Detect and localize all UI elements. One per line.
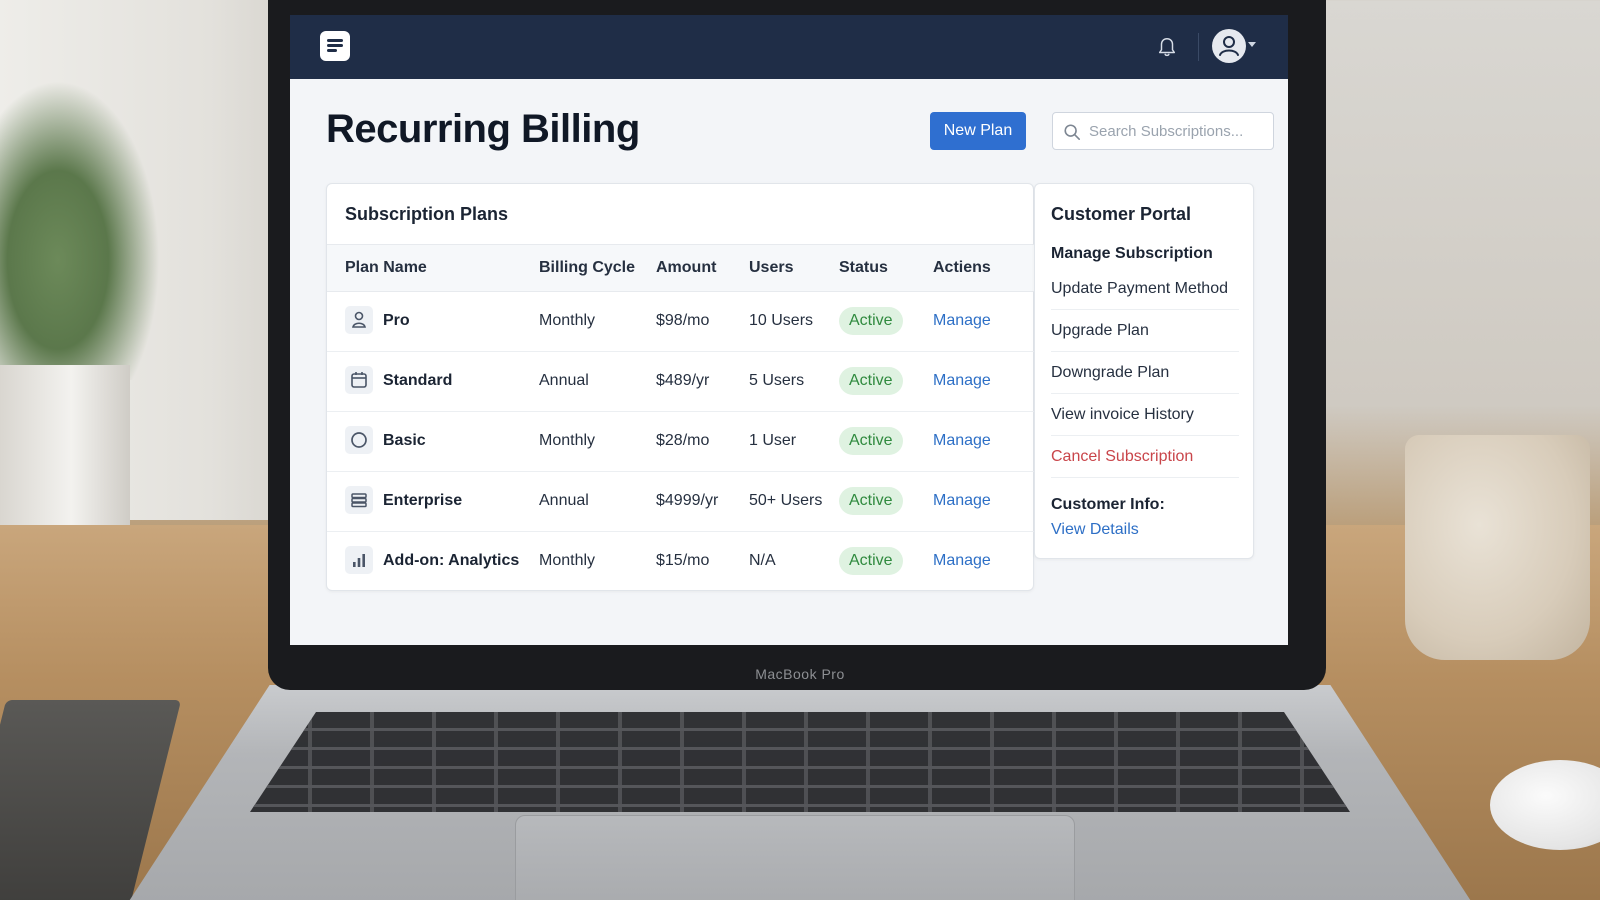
- circle-icon: [345, 426, 373, 454]
- server-stack-icon: [345, 486, 373, 514]
- plan-name: Add-on: Analytics: [383, 552, 520, 569]
- users: 50+ Users: [749, 492, 823, 509]
- bar-chart-icon: [345, 546, 373, 574]
- portal-subtitle: Manage Subscription: [1051, 245, 1213, 262]
- status-badge: Active: [839, 487, 903, 515]
- table-row: Enterprise Annual $4999/yr 50+ Users Act…: [327, 472, 1035, 532]
- downgrade-plan-link[interactable]: Downgrade Plan: [1051, 352, 1239, 394]
- search-input[interactable]: [1089, 113, 1269, 149]
- users: 10 Users: [749, 312, 814, 329]
- status-badge: Active: [839, 427, 903, 455]
- customer-info-label: Customer Info:: [1051, 496, 1165, 513]
- table-row: Pro Monthly $98/mo 10 Users Active Manag…: [327, 292, 1035, 352]
- table-row: Add-on: Analytics Monthly $15/mo N/A Act…: [327, 532, 1035, 592]
- plan-name: Standard: [383, 372, 453, 389]
- topbar-divider: [1198, 33, 1199, 61]
- table-header: Plan Name Billing Cycle Amount Users Sta…: [327, 244, 1035, 292]
- billing-cycle: Monthly: [539, 432, 596, 449]
- calendar-icon: [345, 366, 373, 394]
- column-header-billing-cycle[interactable]: Billing Cycle: [539, 259, 635, 277]
- device-brand-label: MacBook Pro: [755, 666, 845, 682]
- table-row: Basic Monthly $28/mo 1 User Active Manag…: [327, 412, 1035, 472]
- chevron-down-icon[interactable]: [1248, 42, 1256, 47]
- users: N/A: [749, 552, 776, 569]
- manage-link[interactable]: Manage: [933, 372, 991, 390]
- search-box[interactable]: [1052, 112, 1274, 150]
- card-title: Subscription Plans: [345, 204, 509, 224]
- app-screen: Recurring Billing New Plan Subscription …: [290, 15, 1288, 645]
- plant-leaves: [0, 80, 160, 380]
- subscription-plans-card: Subscription Plans Plan Name Billing Cyc…: [326, 183, 1035, 592]
- billing-cycle: Monthly: [539, 312, 596, 329]
- search-icon: [1064, 124, 1081, 141]
- amount: $4999/yr: [656, 492, 719, 509]
- column-header-plan-name[interactable]: Plan Name: [345, 259, 427, 277]
- page-title: Recurring Billing: [326, 107, 640, 151]
- manage-link[interactable]: Manage: [933, 312, 991, 330]
- plan-name: Enterprise: [383, 492, 463, 509]
- manage-link[interactable]: Manage: [933, 432, 991, 450]
- status-badge: Active: [839, 307, 903, 335]
- column-header-actions: Actiens: [933, 259, 991, 276]
- plan-name: Basic: [383, 432, 426, 449]
- status-badge: Active: [839, 547, 903, 575]
- user-icon: [345, 306, 373, 334]
- update-payment-method-link[interactable]: Update Payment Method: [1051, 268, 1239, 310]
- billing-cycle: Monthly: [539, 552, 596, 569]
- bell-icon[interactable]: [1156, 35, 1178, 59]
- users: 1 User: [749, 432, 797, 449]
- amount: $15/mo: [656, 552, 710, 569]
- column-header-status[interactable]: Status: [839, 259, 888, 277]
- coffee-mug: [1405, 435, 1590, 660]
- manage-link[interactable]: Manage: [933, 552, 991, 570]
- user-avatar-icon[interactable]: [1212, 29, 1246, 63]
- amount: $489/yr: [656, 372, 710, 389]
- plan-name: Pro: [383, 312, 410, 329]
- users: 5 Users: [749, 372, 805, 389]
- amount: $98/mo: [656, 312, 710, 329]
- view-invoice-history-link[interactable]: View invoice History: [1051, 394, 1239, 436]
- upgrade-plan-link[interactable]: Upgrade Plan: [1051, 310, 1239, 352]
- cancel-subscription-link[interactable]: Cancel Subscription: [1051, 436, 1239, 478]
- status-badge: Active: [839, 367, 903, 395]
- table-row: Standard Annual $489/yr 5 Users Active M…: [327, 352, 1035, 412]
- column-header-amount[interactable]: Amount: [656, 259, 716, 277]
- view-details-link[interactable]: View Details: [1051, 521, 1139, 539]
- new-plan-button[interactable]: New Plan: [930, 112, 1026, 150]
- portal-title: Customer Portal: [1051, 204, 1192, 224]
- manage-link[interactable]: Manage: [933, 492, 991, 510]
- billing-cycle: Annual: [539, 372, 589, 389]
- amount: $28/mo: [656, 432, 710, 449]
- document-lines-icon[interactable]: [320, 31, 350, 61]
- column-header-users[interactable]: Users: [749, 259, 793, 277]
- billing-cycle: Annual: [539, 492, 589, 509]
- customer-portal-card: Customer Portal Manage Subscription Upda…: [1034, 183, 1254, 559]
- keyboard-rows: [250, 712, 1350, 812]
- trackpad: [515, 815, 1075, 900]
- top-navigation-bar: [290, 15, 1288, 79]
